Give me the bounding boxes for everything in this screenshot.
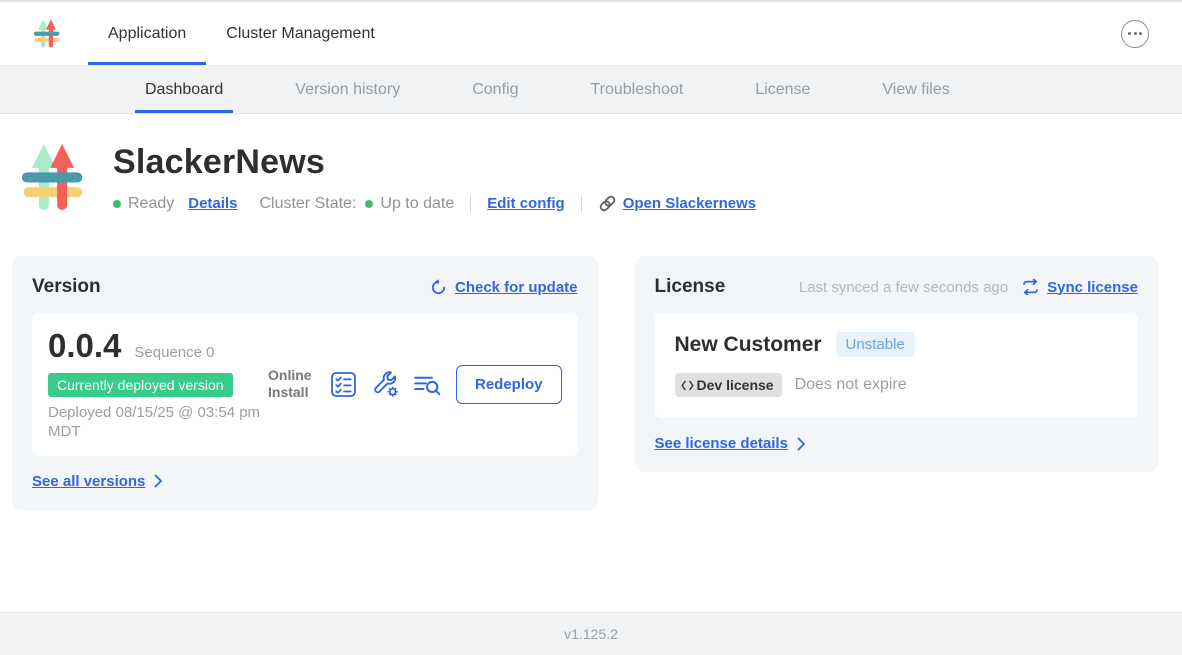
check-for-update-label: Check for update (455, 279, 578, 296)
main-header: Application Cluster Management (0, 2, 1182, 66)
sync-license-label: Sync license (1047, 279, 1138, 296)
tab-application-label: Application (108, 25, 186, 43)
see-all-versions-link[interactable]: See all versions (32, 473, 578, 490)
license-card: License Last synced a few seconds ago (635, 256, 1158, 472)
current-version-panel: 0.0.4 Sequence 0 Currently deployed vers… (32, 313, 578, 456)
license-card-title: License (655, 276, 726, 298)
app-header: SlackerNews Ready Details Cluster State:… (0, 114, 1182, 219)
subnav-license-label: License (755, 81, 810, 99)
license-type-badge: Dev license (675, 373, 782, 397)
license-details-panel: New Customer Unstable Dev license Does (655, 313, 1138, 418)
channel-badge: Unstable (836, 332, 915, 357)
tab-cluster-management[interactable]: Cluster Management (206, 2, 395, 65)
app-logo-large (20, 140, 86, 219)
app-status-row: Ready Details Cluster State: Up to date … (113, 194, 756, 213)
redeploy-button[interactable]: Redeploy (456, 365, 562, 404)
license-type-label: Dev license (697, 377, 774, 393)
version-card-title: Version (32, 276, 101, 298)
console-version: v1.125.2 (564, 626, 618, 642)
license-card-header: License Last synced a few seconds ago (655, 276, 1138, 298)
ellipsis-icon (1128, 32, 1131, 35)
subnav-dashboard-label: Dashboard (145, 81, 223, 99)
check-for-update[interactable]: Check for update (430, 279, 578, 296)
license-expiry: Does not expire (795, 376, 907, 394)
checklist-icon (330, 371, 357, 398)
deployed-timestamp: Deployed 08/15/25 @ 03:54 pm MDT (48, 404, 268, 442)
sync-license-link[interactable]: Sync license (1022, 279, 1138, 296)
version-number: 0.0.4 (48, 327, 121, 365)
subnav-version-history-label: Version history (295, 81, 400, 99)
cluster-state-label: Cluster State: (259, 195, 356, 213)
sequence-label: Sequence 0 (134, 344, 214, 361)
open-app-link[interactable]: Open Slackernews (598, 194, 756, 213)
see-license-details-label: See license details (655, 435, 788, 452)
cluster-state-value: Up to date (380, 195, 454, 213)
app-status-dot (113, 200, 121, 208)
install-type-label: Online Install (268, 367, 316, 401)
footer: v1.125.2 (0, 612, 1182, 655)
license-sync-area: Last synced a few seconds ago Sync licen… (799, 279, 1138, 296)
subnav-config[interactable]: Config (462, 66, 528, 113)
dashboard-cards: Version Check for update 0.0.4 Sequence … (12, 256, 1158, 510)
chevron-right-icon (154, 474, 163, 488)
subnav-version-history[interactable]: Version history (285, 66, 410, 113)
app-info: SlackerNews Ready Details Cluster State:… (113, 140, 756, 219)
logs-search-icon (413, 372, 442, 397)
app-subnav: Dashboard Version history Config Trouble… (0, 66, 1182, 114)
subnav-dashboard[interactable]: Dashboard (135, 66, 233, 113)
view-logs-button[interactable] (413, 372, 442, 397)
subnav-view-files-label: View files (882, 81, 949, 99)
version-card: Version Check for update 0.0.4 Sequence … (12, 256, 598, 510)
more-options-button[interactable] (1121, 20, 1149, 48)
tab-cluster-management-label: Cluster Management (226, 25, 375, 43)
cluster-state-dot (365, 200, 373, 208)
chevron-right-icon (797, 437, 806, 451)
customer-name: New Customer (675, 333, 822, 357)
version-card-header: Version Check for update (32, 276, 578, 298)
subnav-view-files[interactable]: View files (872, 66, 959, 113)
subnav-troubleshoot-label: Troubleshoot (590, 81, 683, 99)
version-actions: Online Install (268, 365, 562, 404)
subnav-config-label: Config (472, 81, 518, 99)
code-icon (681, 380, 694, 391)
subnav-troubleshoot[interactable]: Troubleshoot (580, 66, 693, 113)
last-synced-label: Last synced a few seconds ago (799, 279, 1008, 296)
tab-application[interactable]: Application (88, 2, 206, 65)
slackernews-logo-icon (33, 18, 61, 49)
divider (581, 195, 582, 213)
open-app-link-label: Open Slackernews (623, 195, 756, 212)
app-status-label: Ready (128, 195, 174, 213)
wrench-gear-icon (371, 370, 399, 398)
edit-config-link[interactable]: Edit config (487, 195, 565, 212)
chain-link-icon (598, 194, 617, 213)
version-details: 0.0.4 Sequence 0 Currently deployed vers… (48, 327, 268, 442)
preflight-checks-button[interactable] (330, 371, 357, 398)
primary-tabs: Application Cluster Management (88, 2, 395, 65)
deployed-status-badge: Currently deployed version (48, 373, 233, 397)
see-license-details-link[interactable]: See license details (655, 435, 1138, 452)
divider (470, 195, 471, 213)
status-details-link[interactable]: Details (188, 195, 237, 212)
page-title: SlackerNews (113, 143, 756, 182)
see-all-versions-label: See all versions (32, 473, 145, 490)
edit-config-button[interactable] (371, 370, 399, 398)
app-logo-small (33, 2, 61, 65)
refresh-icon (430, 279, 447, 296)
slackernews-logo-icon (20, 140, 86, 214)
dashboard-content: SlackerNews Ready Details Cluster State:… (0, 114, 1182, 510)
subnav-license[interactable]: License (745, 66, 820, 113)
sync-arrows-icon (1022, 279, 1039, 295)
